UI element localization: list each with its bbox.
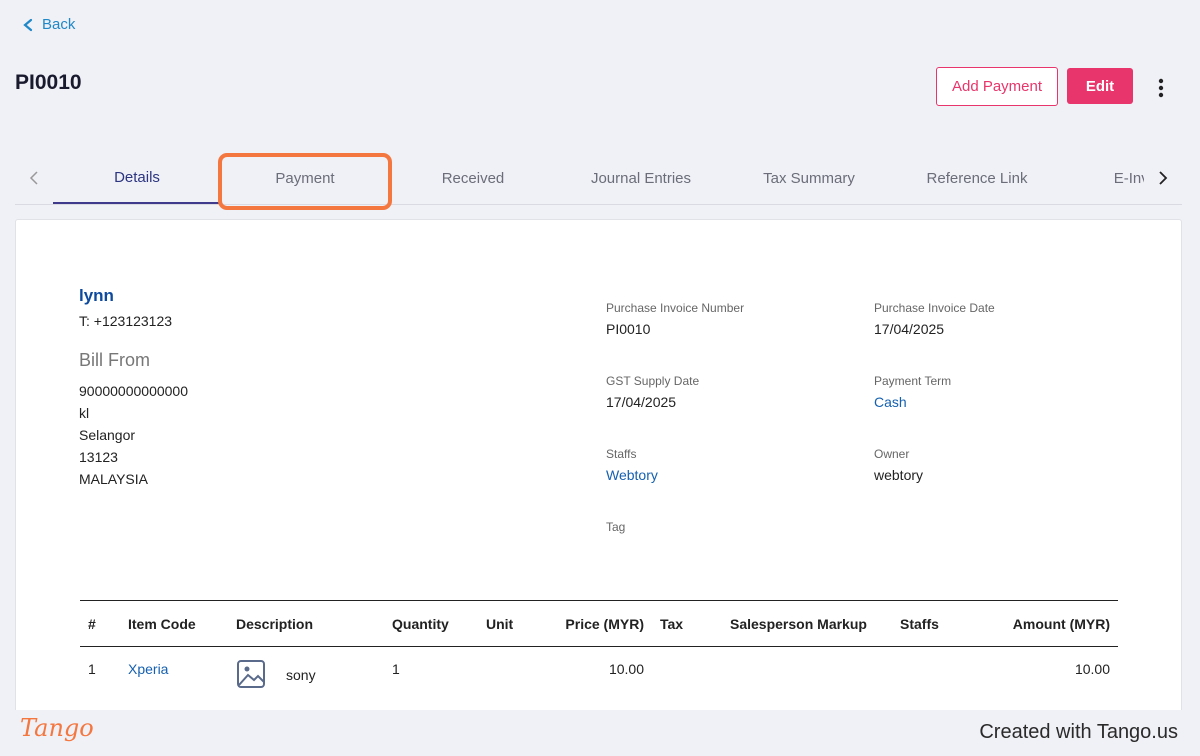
field-gst-supply-date: GST Supply Date 17/04/2025 — [606, 374, 699, 410]
cell-quantity: 1 — [392, 661, 400, 677]
cell-price: 10.00 — [608, 661, 644, 677]
field-label: Tag — [606, 520, 626, 534]
more-options-icon[interactable] — [1150, 76, 1172, 100]
payment-term-link[interactable]: Cash — [874, 394, 951, 410]
items-table: # Item Code Description Quantity Unit Pr… — [80, 600, 1118, 692]
bill-from-heading: Bill From — [79, 350, 150, 370]
tango-logo: Tango — [20, 714, 94, 742]
item-code-link[interactable]: Xperia — [120, 647, 228, 693]
field-label: Purchase Invoice Number — [606, 301, 745, 315]
column-header: Salesperson Markup — [722, 600, 892, 647]
table-row: 1 Xperia sony 1 10.00 10.00 — [80, 647, 1118, 693]
chevron-left-icon — [23, 18, 33, 31]
image-placeholder-icon — [236, 659, 266, 692]
field-value: webtory — [874, 467, 924, 483]
field-invoice-number: Purchase Invoice Number PI0010 — [606, 301, 744, 337]
table-header-row: # Item Code Description Quantity Unit Pr… — [80, 600, 1118, 647]
field-invoice-date: Purchase Invoice Date 17/04/2025 — [874, 301, 995, 337]
address-line: Selangor — [79, 427, 136, 443]
field-payment-term: Payment Term Cash — [874, 374, 951, 410]
cell-unit — [478, 647, 550, 693]
cell-amount: 10.00 — [1074, 661, 1110, 677]
tabs-scroll-left-icon[interactable] — [15, 152, 53, 204]
field-label: Owner — [874, 447, 910, 461]
field-value: 17/04/2025 — [874, 321, 945, 337]
field-tag: Tag — [606, 520, 625, 540]
back-link[interactable]: Back — [22, 16, 75, 33]
address-line: 90000000000000 — [79, 383, 189, 399]
field-label: Purchase Invoice Date — [874, 301, 995, 315]
column-header: Tax — [652, 600, 722, 647]
cell-tax — [652, 647, 722, 693]
column-header: Staffs — [892, 600, 970, 647]
tab-journal-entries[interactable]: Journal Entries — [557, 152, 725, 204]
address-line: MALAYSIA — [79, 471, 148, 487]
tabs-scroll-right-icon[interactable] — [1144, 152, 1182, 204]
back-label: Back — [42, 16, 76, 33]
cell-staffs — [892, 647, 970, 693]
field-label: Staffs — [606, 447, 637, 461]
edit-button[interactable]: Edit — [1067, 68, 1133, 104]
field-value: 17/04/2025 — [606, 394, 677, 410]
invoice-card: lynn T: +123123123 Bill From 90000000000… — [15, 219, 1182, 719]
column-header: Item Code — [120, 600, 228, 647]
tab-e-invoice[interactable]: E-Invoice — [1061, 152, 1144, 204]
field-value: PI0010 — [606, 321, 651, 337]
cell-num: 1 — [88, 661, 96, 677]
field-label: GST Supply Date — [606, 374, 700, 388]
tab-payment[interactable]: Payment — [221, 152, 389, 204]
column-header: # — [80, 600, 120, 647]
column-header: Price (MYR) — [550, 600, 652, 647]
tab-reference-link[interactable]: Reference Link — [893, 152, 1061, 204]
field-label: Payment Term — [874, 374, 952, 388]
address-line: 13123 — [79, 449, 118, 465]
column-header: Description — [228, 600, 384, 647]
field-staffs: Staffs Webtory — [606, 447, 658, 483]
address-line: kl — [79, 405, 90, 421]
page-title: PI0010 — [15, 71, 82, 94]
vendor-name[interactable]: lynn — [79, 286, 114, 306]
created-with-text: Created with Tango.us — [979, 721, 1178, 743]
tab-tax-summary[interactable]: Tax Summary — [725, 152, 893, 204]
vendor-phone: T: +123123123 — [79, 313, 173, 329]
field-owner: Owner webtory — [874, 447, 923, 483]
staff-link[interactable]: Webtory — [606, 467, 658, 483]
column-header: Unit — [478, 600, 550, 647]
bill-from-address: 90000000000000 kl Selangor 13123 MALAYSI… — [79, 380, 188, 490]
tabs-window: Details Payment Received Journal Entries… — [53, 152, 1144, 205]
tab-received[interactable]: Received — [389, 152, 557, 204]
tab-bar: Details Payment Received Journal Entries… — [15, 152, 1182, 205]
column-header: Amount (MYR) — [970, 600, 1118, 647]
tango-footer: Tango Created with Tango.us — [0, 710, 1200, 756]
description-text: sony — [286, 667, 316, 684]
cell-description: sony — [228, 647, 384, 693]
add-payment-button[interactable]: Add Payment — [936, 67, 1058, 106]
column-header: Quantity — [384, 600, 478, 647]
tab-details[interactable]: Details — [53, 152, 221, 204]
cell-markup — [722, 647, 892, 693]
